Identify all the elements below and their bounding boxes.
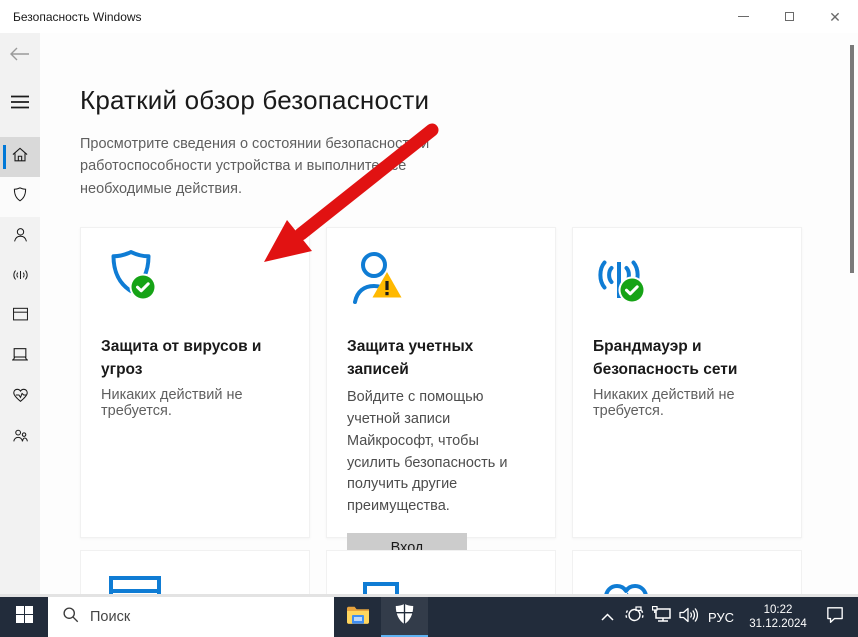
network-signal-icon bbox=[11, 265, 30, 290]
main-content: Краткий обзор безопасности Просмотрите с… bbox=[40, 33, 858, 594]
back-arrow-icon bbox=[9, 46, 31, 67]
card-description: Войдите с помощью учетной записи Майкрос… bbox=[347, 387, 535, 518]
close-icon: ✕ bbox=[829, 10, 841, 24]
person-warning-icon bbox=[347, 248, 535, 322]
camera-meet-now-icon bbox=[625, 606, 644, 628]
card-device-security[interactable] bbox=[326, 550, 556, 594]
menu-button[interactable] bbox=[0, 89, 40, 119]
heart-pulse-large-icon bbox=[593, 570, 781, 594]
windows-security-shield-icon bbox=[394, 603, 415, 630]
card-app-browser-control[interactable] bbox=[80, 550, 310, 594]
speaker-volume-icon bbox=[679, 607, 698, 628]
windows-security-window: Безопасность Windows ✕ bbox=[0, 0, 858, 637]
page-title: Краткий обзор безопасности bbox=[80, 85, 858, 116]
sidebar-item-firewall-network[interactable] bbox=[0, 257, 40, 297]
sidebar-item-virus-threat-protection[interactable] bbox=[0, 177, 40, 217]
minimize-button[interactable] bbox=[720, 0, 766, 33]
app-window-icon bbox=[11, 306, 30, 328]
window-title: Безопасность Windows bbox=[0, 10, 142, 24]
search-input[interactable] bbox=[90, 609, 290, 625]
back-button[interactable] bbox=[0, 41, 40, 71]
sidebar-item-app-browser-control[interactable] bbox=[0, 297, 40, 337]
card-title: Защита от вирусов и угроз bbox=[101, 336, 289, 381]
sidebar-item-device-security[interactable] bbox=[0, 337, 40, 377]
restore-icon bbox=[785, 12, 794, 21]
card-status: Никаких действий не требуется. bbox=[101, 387, 289, 419]
start-button[interactable] bbox=[0, 597, 48, 637]
card-device-health[interactable] bbox=[572, 550, 802, 594]
clock-date: 31.12.2024 bbox=[749, 617, 807, 631]
person-icon bbox=[11, 225, 30, 250]
card-title: Брандмауэр и безопасность сети bbox=[593, 336, 758, 381]
page-description: Просмотрите сведения о состоянии безопас… bbox=[80, 133, 476, 200]
window-controls: ✕ bbox=[720, 0, 858, 33]
tray-show-hidden-icons-button[interactable] bbox=[593, 597, 621, 637]
taskbar-windows-security-button[interactable] bbox=[381, 597, 428, 637]
restore-button[interactable] bbox=[766, 0, 812, 33]
security-cards-row-1: Защита от вирусов и угроз Никаких действ… bbox=[80, 227, 858, 538]
taskbar: РУС 10:22 31.12.2024 bbox=[0, 597, 858, 637]
taskbar-file-explorer-button[interactable] bbox=[334, 597, 381, 637]
scrollbar-thumb[interactable] bbox=[850, 45, 854, 273]
heart-pulse-icon bbox=[11, 386, 30, 409]
action-center-icon bbox=[826, 606, 844, 628]
sidebar bbox=[0, 33, 40, 597]
sidebar-item-device-health[interactable] bbox=[0, 377, 40, 417]
taskbar-clock[interactable]: 10:22 31.12.2024 bbox=[740, 597, 816, 637]
ethernet-network-icon bbox=[652, 606, 672, 628]
titlebar: Безопасность Windows ✕ bbox=[0, 0, 858, 33]
sidebar-nav bbox=[0, 137, 40, 457]
card-status: Никаких действий не требуется. bbox=[593, 387, 781, 419]
action-center-button[interactable] bbox=[816, 597, 854, 637]
file-explorer-icon bbox=[346, 605, 370, 630]
network-check-icon bbox=[593, 248, 781, 322]
app-window-warning-icon bbox=[101, 570, 289, 594]
tray-network-button[interactable] bbox=[648, 597, 675, 637]
hamburger-menu-icon bbox=[11, 95, 29, 114]
tray-volume-button[interactable] bbox=[675, 597, 702, 637]
card-firewall-network[interactable]: Брандмауэр и безопасность сети Никаких д… bbox=[572, 227, 802, 538]
family-icon bbox=[11, 426, 30, 449]
sidebar-item-home[interactable] bbox=[0, 137, 40, 177]
card-title: Защита учетных записей bbox=[347, 336, 535, 381]
close-button[interactable]: ✕ bbox=[812, 0, 858, 33]
scrollbar[interactable] bbox=[850, 33, 855, 594]
search-icon bbox=[62, 606, 79, 628]
card-account-protection[interactable]: Защита учетных записей Войдите с помощью… bbox=[326, 227, 556, 538]
taskbar-search[interactable] bbox=[48, 597, 334, 637]
shield-icon bbox=[11, 185, 29, 210]
tray-meet-now-button[interactable] bbox=[621, 597, 648, 637]
laptop-icon bbox=[10, 346, 30, 368]
system-tray: РУС 10:22 31.12.2024 bbox=[593, 597, 858, 637]
chevron-up-icon bbox=[601, 608, 614, 626]
sidebar-item-account-protection[interactable] bbox=[0, 217, 40, 257]
home-icon bbox=[10, 145, 30, 170]
minimize-icon bbox=[738, 16, 749, 17]
windows-start-icon bbox=[16, 606, 33, 628]
language-indicator[interactable]: РУС bbox=[702, 597, 740, 637]
sidebar-item-family-options[interactable] bbox=[0, 417, 40, 457]
card-virus-threat-protection[interactable]: Защита от вирусов и угроз Никаких действ… bbox=[80, 227, 310, 538]
shield-check-icon bbox=[101, 248, 289, 322]
laptop-check-icon bbox=[347, 570, 535, 594]
security-cards-row-2 bbox=[80, 550, 858, 594]
clock-time: 10:22 bbox=[764, 603, 793, 617]
